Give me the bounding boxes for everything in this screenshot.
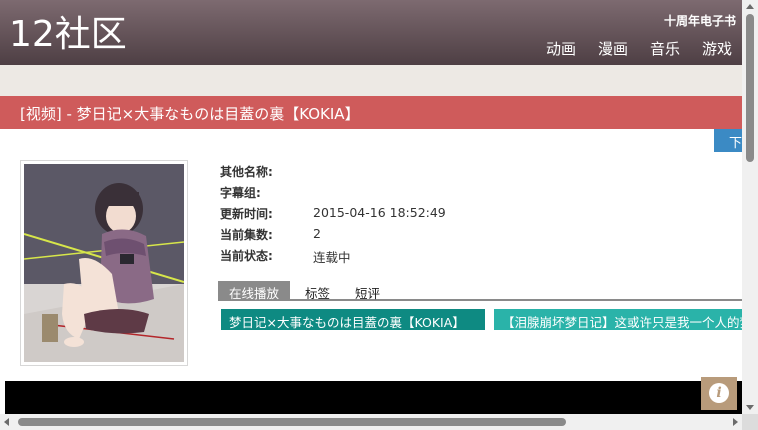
scrollbar-corner [742,414,758,430]
nav-item-anime[interactable]: 动画 [546,38,576,59]
page: 12社区 十周年电子书 动画 漫画 音乐 游戏 [视频] - 梦日记×大事なもの… [0,0,742,414]
info-row: 当前状态: 连载中 [220,247,446,268]
info-value: 2015-04-16 18:52:49 [313,205,446,220]
info-label: 其他名称: [220,165,273,179]
episode-link[interactable]: 梦日记×大事なものは目蓋の裏【KOKIA】 [221,309,485,330]
site-header: 12社区 十周年电子书 动画 漫画 音乐 游戏 [0,0,742,65]
page-title: [视频] - 梦日记×大事なものは目蓋の裏【KOKIA】 [20,105,360,123]
nav-item-manga[interactable]: 漫画 [598,38,628,59]
info-value: 连载中 [313,250,351,265]
subheader-band [0,65,742,96]
download-button[interactable]: 下载 [714,129,742,152]
tab-tags[interactable]: 标签 [305,281,330,301]
site-logo[interactable]: 12社区 [9,12,127,58]
scroll-up-icon[interactable] [746,4,754,9]
horizontal-scrollbar[interactable] [0,414,742,430]
scroll-left-icon[interactable] [4,418,9,426]
vertical-scroll-thumb[interactable] [746,14,754,162]
content-tabs: 在线播放 标签 短评 [218,281,742,301]
cover-frame [20,160,188,366]
nav-item-music[interactable]: 音乐 [650,38,680,59]
horizontal-scroll-thumb[interactable] [18,418,566,426]
video-player[interactable] [5,381,742,414]
info-row: 更新时间: 2015-04-16 18:52:49 [220,205,446,226]
info-label: 字幕组: [220,186,261,200]
ebook-link[interactable]: 十周年电子书 [664,12,736,29]
info-row: 当前集数: 2 [220,226,446,247]
scroll-down-icon[interactable] [746,405,754,410]
info-label: 当前集数: [220,228,273,242]
main-nav: 动画 漫画 音乐 游戏 [546,38,732,59]
cover-image[interactable] [24,164,184,362]
tab-comments[interactable]: 短评 [355,281,380,301]
tab-online-play[interactable]: 在线播放 [218,281,290,301]
info-list: 其他名称: 字幕组: 更新时间: 2015-04-16 18:52:49 当前集… [220,163,446,268]
info-row: 字幕组: [220,184,446,205]
info-value: 2 [313,226,321,241]
info-label: 当前状态: [220,249,273,263]
title-bar: [视频] - 梦日记×大事なものは目蓋の裏【KOKIA】 [0,96,742,129]
episode-link[interactable]: 【泪腺崩坏梦日记】这或许只是我一个人的梦 [494,309,742,330]
info-label: 更新时间: [220,207,273,221]
scroll-right-icon[interactable] [733,418,738,426]
info-button[interactable]: i [701,377,737,410]
info-icon: i [709,383,729,403]
info-row: 其他名称: [220,163,446,184]
nav-item-games[interactable]: 游戏 [702,38,732,59]
vertical-scrollbar[interactable] [742,0,758,414]
